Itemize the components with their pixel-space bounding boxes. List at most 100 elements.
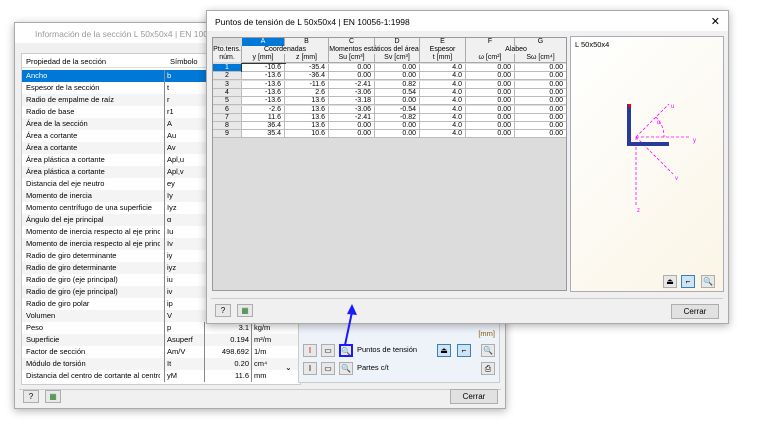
column-letter[interactable]: G [515, 38, 566, 46]
section-outline-icon[interactable]: I [303, 362, 317, 375]
column-letter[interactable]: D [375, 38, 420, 46]
close-button[interactable]: Cerrar [671, 304, 719, 319]
export-excel-button[interactable]: ▦ [237, 304, 253, 317]
table-cell[interactable]: 0.00 [466, 72, 515, 81]
table-cell[interactable]: 10.6 [285, 130, 329, 139]
table-row[interactable]: Distancia del centro de cortante al cent… [22, 370, 300, 382]
row-number[interactable]: 6 [213, 105, 242, 114]
table-cell[interactable]: 0.00 [515, 122, 566, 131]
column-letter[interactable]: C [329, 38, 375, 46]
row-number[interactable]: 1 [213, 64, 242, 72]
table-cell[interactable]: -36.4 [285, 72, 329, 81]
print-icon[interactable]: ⎙ [481, 362, 495, 375]
row-number[interactable]: 2 [213, 72, 242, 81]
close-window-icon[interactable]: ✕ [711, 15, 720, 28]
close-button[interactable]: Cerrar [450, 389, 498, 404]
table-cell[interactable]: -10.6 [241, 63, 286, 73]
table-cell[interactable]: 36.4 [242, 122, 285, 131]
table-cell[interactable]: 0.00 [466, 88, 515, 97]
table-cell[interactable]: 4.0 [420, 105, 466, 114]
table-cell[interactable]: 4.0 [420, 88, 466, 97]
table-cell[interactable]: 4.0 [420, 97, 466, 106]
table-cell[interactable]: 13.6 [285, 97, 329, 106]
table-cell[interactable]: 13.6 [285, 122, 329, 131]
table-cell[interactable]: 0.00 [329, 72, 375, 81]
axes-icon[interactable]: ⌐ [457, 344, 471, 357]
zoom-reset-icon[interactable]: 🔍 [481, 344, 495, 357]
table-cell[interactable]: 0.82 [375, 80, 420, 89]
row-number[interactable]: 9 [213, 130, 242, 139]
zoom-ct-parts-button[interactable]: 🔍 [339, 362, 353, 375]
table-cell[interactable]: 0.00 [375, 130, 420, 139]
table-cell[interactable]: 35.4 [242, 130, 285, 139]
table-cell[interactable]: 0.00 [375, 72, 420, 81]
export-excel-button[interactable]: ▦ [45, 390, 61, 403]
table-cell[interactable]: 0.00 [375, 122, 420, 131]
column-letter[interactable]: B [285, 38, 329, 46]
table-cell[interactable]: 4.0 [420, 72, 466, 81]
table-cell[interactable]: 0.00 [466, 97, 515, 106]
table-row[interactable]: Superficie Asuperf 0.194 m²/m [22, 334, 300, 346]
column-letter[interactable]: E [420, 38, 466, 46]
table-cell[interactable]: 0.00 [515, 72, 566, 81]
help-button[interactable]: ? [215, 304, 231, 317]
table-cell[interactable]: 0.00 [375, 97, 420, 106]
table-cell[interactable]: -3.06 [329, 105, 375, 114]
row-number[interactable]: 4 [213, 88, 242, 97]
table-cell[interactable]: 0.00 [515, 88, 566, 97]
table-row[interactable]: Módulo de torsión It 0.20 cm⁴ [22, 358, 300, 370]
table-cell[interactable]: 4.0 [420, 122, 466, 131]
table-cell[interactable]: 0.00 [515, 80, 566, 89]
column-letter[interactable]: F [466, 38, 515, 46]
table-cell[interactable]: 0.00 [466, 64, 515, 72]
table-cell[interactable]: 4.0 [420, 130, 466, 139]
table-cell[interactable]: 0.00 [466, 122, 515, 131]
display-icon[interactable]: ⏏ [437, 344, 451, 357]
table-cell[interactable]: -11.6 [285, 80, 329, 89]
column-letter[interactable]: A [242, 38, 285, 46]
scroll-down-arrow[interactable]: ⌄ [285, 363, 292, 372]
table-cell[interactable]: 0.00 [515, 105, 566, 114]
table-cell[interactable]: -3.18 [329, 97, 375, 106]
table-cell[interactable]: 4.0 [420, 64, 466, 72]
table-cell[interactable]: 2.6 [285, 88, 329, 97]
table-row[interactable]: Factor de sección Am/V 498.692 1/m [22, 346, 300, 358]
table-cell[interactable]: -2.6 [242, 105, 285, 114]
row-number[interactable]: 5 [213, 97, 242, 106]
table-cell[interactable]: 13.6 [285, 105, 329, 114]
table-cell[interactable]: -2.41 [329, 113, 375, 122]
row-number[interactable]: 8 [213, 122, 242, 131]
table-cell[interactable]: -3.06 [329, 88, 375, 97]
table-cell[interactable]: -13.6 [242, 72, 285, 81]
table-cell[interactable]: 4.0 [420, 113, 466, 122]
table-cell[interactable]: -35.4 [285, 64, 329, 72]
row-number[interactable]: 7 [213, 113, 242, 122]
table-cell[interactable]: -13.6 [242, 97, 285, 106]
table-cell[interactable]: 0.00 [329, 130, 375, 139]
display-icon[interactable]: ⏏ [663, 275, 677, 288]
table-cell[interactable]: 0.00 [329, 64, 375, 72]
table-cell[interactable]: -13.6 [242, 88, 285, 97]
table-cell[interactable]: 0.00 [515, 64, 566, 72]
axes-icon[interactable]: ⌐ [681, 275, 695, 288]
table-cell[interactable]: 0.00 [466, 80, 515, 89]
table-cell[interactable]: -2.41 [329, 80, 375, 89]
table-cell[interactable]: -0.54 [375, 105, 420, 114]
table-cell[interactable]: 0.00 [466, 105, 515, 114]
table-cell[interactable]: 0.00 [375, 64, 420, 72]
table-cell[interactable]: 0.00 [466, 113, 515, 122]
section-icon[interactable]: I [303, 344, 317, 357]
table-cell[interactable]: 13.6 [285, 113, 329, 122]
table-cell[interactable]: -13.6 [242, 80, 285, 89]
table-cell[interactable]: 0.00 [515, 97, 566, 106]
table-cell[interactable]: 11.6 [242, 113, 285, 122]
table-cell[interactable]: -0.82 [375, 113, 420, 122]
table-cell[interactable]: 0.00 [515, 113, 566, 122]
zoom-reset-icon[interactable]: 🔍 [701, 275, 715, 288]
row-number[interactable]: 3 [213, 80, 242, 89]
table-cell[interactable]: 4.0 [420, 80, 466, 89]
table-cell[interactable]: 0.54 [375, 88, 420, 97]
table-cell[interactable]: 0.00 [515, 130, 566, 139]
table-cell[interactable]: 0.00 [329, 122, 375, 131]
dimension-icon-2[interactable]: ▭ [321, 362, 335, 375]
